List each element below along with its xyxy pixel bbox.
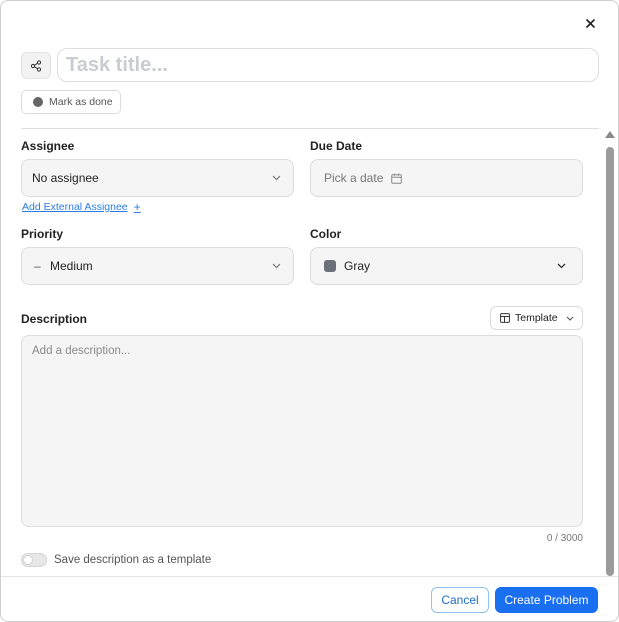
chevron-down-icon <box>269 259 283 273</box>
add-external-assignee-label: Add External Assignee <box>22 201 128 213</box>
color-select[interactable]: Gray <box>310 247 583 285</box>
chevron-down-icon <box>554 259 568 273</box>
chevron-down-icon <box>269 171 283 185</box>
priority-medium-icon: – <box>34 259 41 273</box>
cancel-button[interactable]: Cancel <box>431 587 489 613</box>
scroll-up-arrow-icon[interactable] <box>605 131 615 138</box>
plus-icon: + <box>133 200 141 214</box>
priority-value: Medium <box>50 259 93 273</box>
header-divider <box>21 128 599 129</box>
toggle-knob <box>23 555 33 565</box>
due-date-label: Due Date <box>310 139 363 153</box>
scrollbar[interactable] <box>604 131 616 576</box>
priority-label: Priority <box>21 227 64 241</box>
save-template-label: Save description as a template <box>54 554 212 566</box>
template-dropdown-button[interactable]: Template <box>490 306 583 330</box>
description-textarea[interactable] <box>21 335 583 527</box>
share-icon <box>30 59 42 72</box>
description-label: Description <box>21 312 88 326</box>
task-title-input[interactable] <box>57 48 599 82</box>
add-external-assignee-link[interactable]: Add External Assignee + <box>22 200 141 214</box>
color-label: Color <box>310 227 342 241</box>
template-icon <box>500 313 510 323</box>
create-task-dialog: Mark as done Assignee No assignee Add Ex… <box>0 0 619 622</box>
color-value: Gray <box>344 259 371 273</box>
character-counter: 0 / 3000 <box>546 533 583 544</box>
close-icon[interactable] <box>581 14 599 32</box>
chevron-down-icon <box>566 316 573 321</box>
assignee-select[interactable]: No assignee <box>21 159 294 197</box>
color-swatch <box>324 260 336 272</box>
scrollbar-thumb[interactable] <box>606 147 614 576</box>
status-dot-icon <box>33 97 43 107</box>
mark-as-done-button[interactable]: Mark as done <box>21 90 121 114</box>
mark-as-done-label: Mark as done <box>49 96 113 108</box>
priority-select[interactable]: – Medium <box>21 247 294 285</box>
calendar-icon <box>391 173 403 184</box>
assignee-label: Assignee <box>21 139 75 153</box>
save-template-toggle[interactable] <box>21 553 47 567</box>
due-date-picker[interactable]: Pick a date <box>310 159 583 197</box>
assignee-value: No assignee <box>32 171 99 185</box>
due-date-placeholder: Pick a date <box>324 171 384 185</box>
share-button[interactable] <box>21 52 51 79</box>
create-problem-button[interactable]: Create Problem <box>495 587 598 613</box>
footer-divider <box>1 576 618 577</box>
template-label: Template <box>515 312 558 324</box>
